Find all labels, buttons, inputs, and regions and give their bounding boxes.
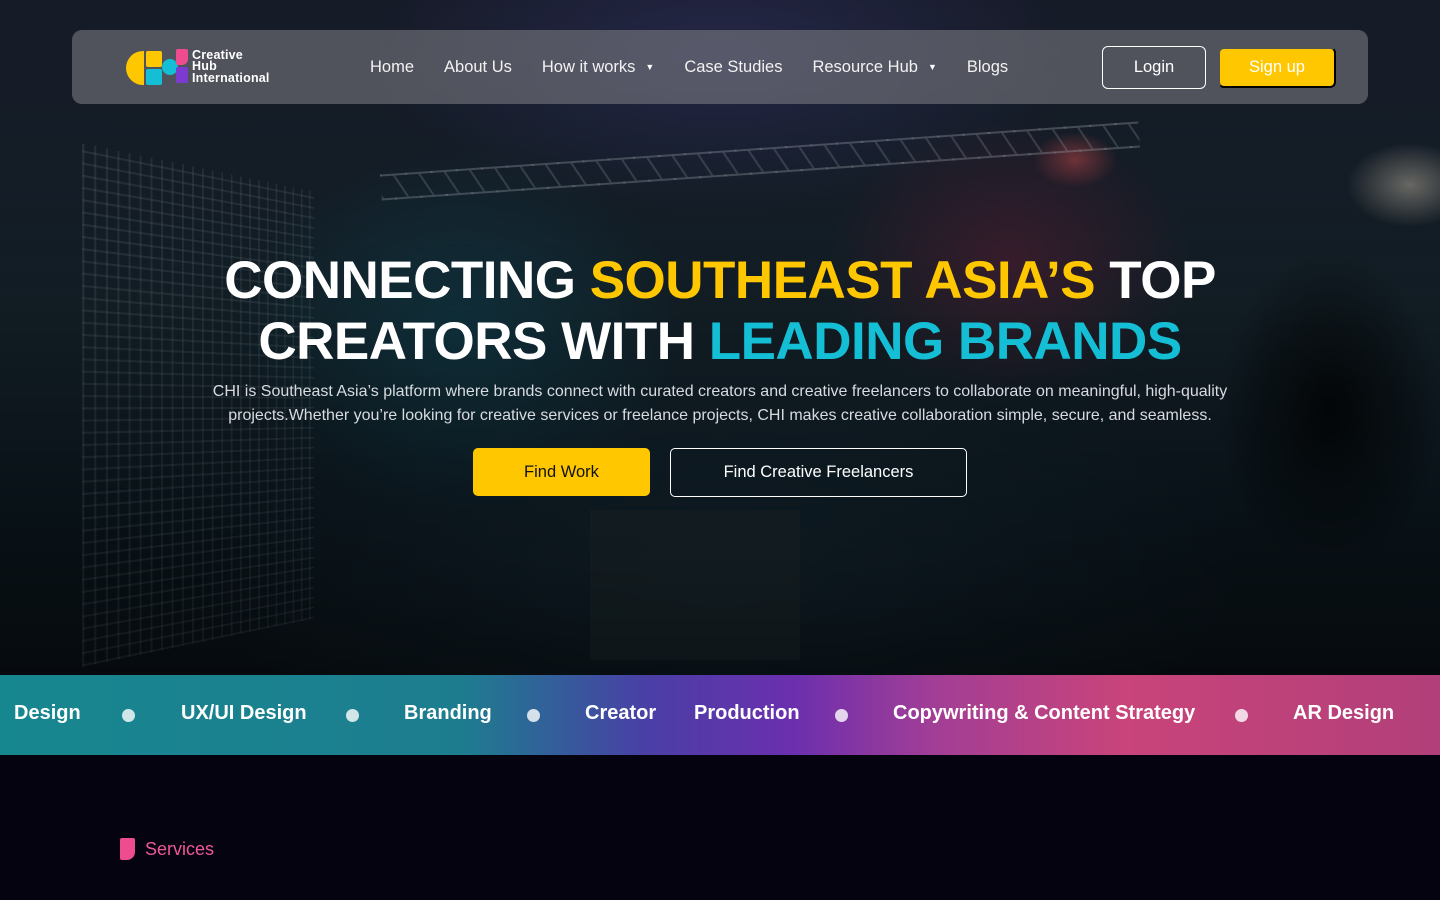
nav-case-studies[interactable]: Case Studies bbox=[684, 58, 782, 77]
nav-blogs[interactable]: Blogs bbox=[967, 58, 1008, 77]
headline-highlight-cyan: LEADING BRANDS bbox=[709, 312, 1182, 371]
bookmark-icon bbox=[120, 838, 135, 860]
headline-highlight-yellow: SOUTHEAST ASIA’S bbox=[590, 251, 1095, 310]
nav-resource-hub[interactable]: Resource Hub ▼ bbox=[812, 58, 936, 77]
marquee-item: Production bbox=[694, 702, 800, 725]
marquee-track: Design UX/UI Design Branding Creator Pro… bbox=[0, 675, 1440, 755]
marquee-item: Copywriting & Content Strategy bbox=[893, 702, 1195, 725]
bullet-dot-icon bbox=[346, 709, 359, 722]
headline-part: CONNECTING bbox=[224, 251, 590, 310]
nav-resource-hub-label: Resource Hub bbox=[812, 58, 917, 77]
marquee-item: Design bbox=[14, 702, 81, 725]
nav-how-it-works-label: How it works bbox=[542, 58, 636, 77]
marquee-item: Branding bbox=[404, 702, 492, 725]
logo-mark-icon bbox=[126, 49, 190, 85]
nav-home[interactable]: Home bbox=[370, 58, 414, 77]
nav-blogs-label: Blogs bbox=[967, 58, 1008, 77]
brand-logo[interactable]: Creative Hub International bbox=[126, 49, 270, 85]
logo-line-international: International bbox=[192, 73, 270, 85]
bullet-dot-icon bbox=[527, 709, 540, 722]
bullet-dot-icon bbox=[122, 709, 135, 722]
hero-subtext: CHI is Southeast Asia’s platform where b… bbox=[170, 380, 1270, 428]
marquee-item: AR Design bbox=[1293, 702, 1394, 725]
nav-case-studies-label: Case Studies bbox=[684, 58, 782, 77]
nav-home-label: Home bbox=[370, 58, 414, 77]
top-navbar: Creative Hub International Home About Us… bbox=[72, 30, 1368, 104]
services-label-text: Services bbox=[145, 839, 214, 860]
marquee-item: UX/UI Design bbox=[181, 702, 307, 725]
find-creative-freelancers-button[interactable]: Find Creative Freelancers bbox=[670, 448, 967, 497]
services-section-label: Services bbox=[120, 838, 214, 860]
bullet-dot-icon bbox=[835, 709, 848, 722]
headline-line-1: CONNECTING SOUTHEAST ASIA’S TOP bbox=[0, 250, 1440, 311]
caret-down-icon: ▼ bbox=[645, 62, 654, 72]
nav-about-us-label: About Us bbox=[444, 58, 512, 77]
signup-button[interactable]: Sign up bbox=[1218, 47, 1336, 88]
bullet-dot-icon bbox=[1235, 709, 1248, 722]
services-marquee: Design UX/UI Design Branding Creator Pro… bbox=[0, 675, 1440, 755]
find-work-button[interactable]: Find Work bbox=[473, 448, 650, 496]
headline-part: CREATORS WITH bbox=[258, 312, 708, 371]
logo-wordmark: Creative Hub International bbox=[192, 50, 270, 85]
headline-part: TOP bbox=[1095, 251, 1216, 310]
hero-headline: CONNECTING SOUTHEAST ASIA’S TOP CREATORS… bbox=[0, 250, 1440, 372]
nav-links: Home About Us How it works ▼ Case Studies… bbox=[370, 30, 1038, 104]
headline-line-2: CREATORS WITH LEADING BRANDS bbox=[0, 311, 1440, 372]
caret-down-icon: ▼ bbox=[928, 62, 937, 72]
login-button[interactable]: Login bbox=[1102, 46, 1206, 89]
nav-about-us[interactable]: About Us bbox=[444, 58, 512, 77]
marquee-item: Creator bbox=[585, 702, 656, 725]
nav-how-it-works[interactable]: How it works ▼ bbox=[542, 58, 654, 77]
